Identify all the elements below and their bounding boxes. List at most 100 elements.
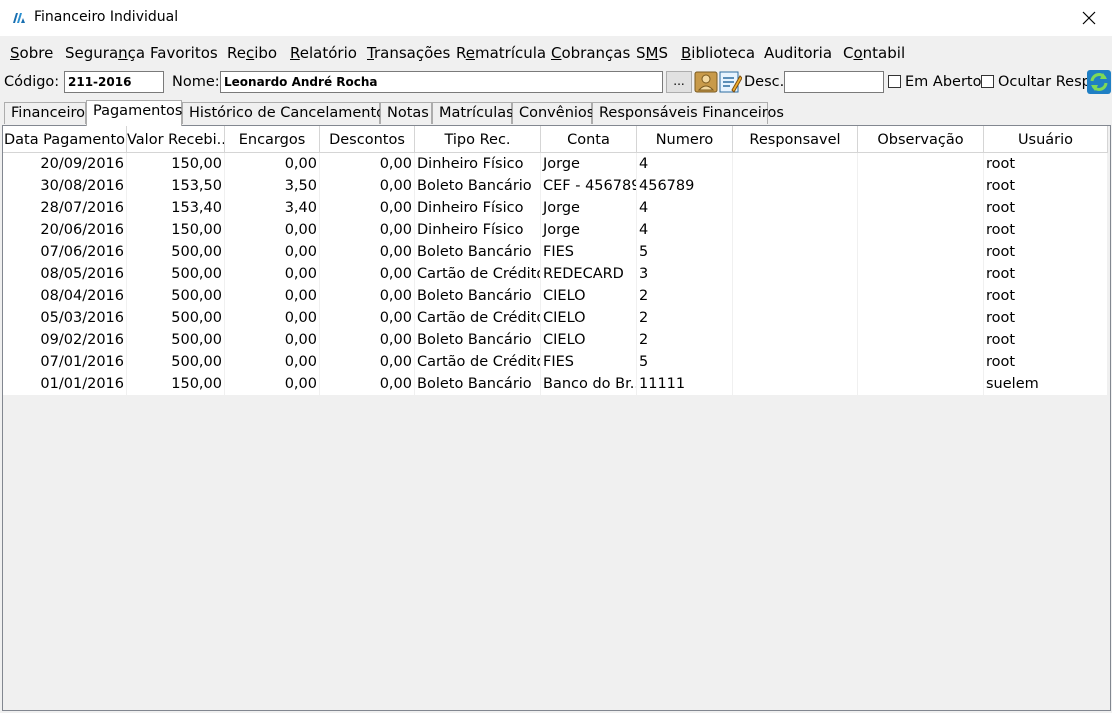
nome-field[interactable]: Leonardo André Rocha — [220, 71, 663, 93]
cell-numero: 2 — [637, 285, 733, 307]
column-header-encargos[interactable]: Encargos — [225, 126, 320, 152]
cell-tipo-rec: Dinheiro Físico — [415, 153, 541, 175]
edit-note-icon[interactable] — [718, 70, 742, 94]
cell-numero: 5 — [637, 351, 733, 373]
cell-numero: 4 — [637, 153, 733, 175]
menu-rematricula[interactable]: Rematrícula — [456, 44, 546, 62]
cell-conta: CIELO — [541, 329, 637, 351]
refresh-icon[interactable] — [1087, 70, 1111, 94]
em-aberto-checkbox[interactable] — [888, 75, 901, 88]
cell-descontos: 0,00 — [320, 197, 415, 219]
cell-valor-recebido: 500,00 — [127, 241, 225, 263]
codigo-field[interactable]: 211-2016 — [64, 71, 164, 93]
table-row[interactable]: 05/03/2016 500,00 0,00 0,00 Cartão de Crédit… — [3, 307, 1108, 329]
cell-observacao — [858, 175, 984, 197]
payments-table[interactable]: Data Pagamento Valor Recebi... Encargos Des… — [2, 125, 1111, 711]
cell-observacao — [858, 285, 984, 307]
cell-responsavel — [733, 241, 858, 263]
menu-cobrancas[interactable]: Cobranças — [551, 44, 630, 62]
cell-usuario: root — [984, 175, 1108, 197]
table-row[interactable]: 07/01/2016 500,00 0,00 0,00 Cartão de Crédit… — [3, 351, 1108, 373]
cell-tipo-rec: Dinheiro Físico — [415, 197, 541, 219]
cell-numero: 5 — [637, 241, 733, 263]
column-header-valor-recebido[interactable]: Valor Recebi... — [127, 126, 225, 152]
cell-tipo-rec: Cartão de Crédito — [415, 307, 541, 329]
desc-label: Desc.: — [744, 74, 790, 90]
cell-observacao — [858, 241, 984, 263]
table-row[interactable]: 09/02/2016 500,00 0,00 0,00 Boleto Bancário C… — [3, 329, 1108, 351]
cell-descontos: 0,00 — [320, 241, 415, 263]
cell-tipo-rec: Boleto Bancário — [415, 241, 541, 263]
ocultar-resp-checkbox[interactable] — [981, 75, 994, 88]
tab-convenios[interactable]: Convênios — [512, 102, 594, 124]
cell-conta: FIES — [541, 241, 637, 263]
menu-relatorio[interactable]: Relatório — [290, 44, 357, 62]
cell-descontos: 0,00 — [320, 219, 415, 241]
cell-valor-recebido: 500,00 — [127, 351, 225, 373]
cell-encargos: 3,40 — [225, 197, 320, 219]
tab-pagamentos[interactable]: Pagamentos — [86, 100, 182, 126]
cell-tipo-rec: Cartão de Crédito — [415, 263, 541, 285]
menu-auditoria[interactable]: Auditoria — [764, 44, 832, 62]
menu-contabil[interactable]: Contabil — [843, 44, 905, 62]
cell-usuario: root — [984, 219, 1108, 241]
tab-financeiro[interactable]: Financeiro — [4, 102, 86, 124]
cell-conta: Jorge — [541, 153, 637, 175]
cell-responsavel — [733, 263, 858, 285]
column-header-conta[interactable]: Conta — [541, 126, 637, 152]
cell-observacao — [858, 263, 984, 285]
app-logo-icon — [13, 13, 25, 23]
cell-numero: 2 — [637, 307, 733, 329]
search-name-button[interactable]: ... — [666, 71, 692, 93]
cell-observacao — [858, 197, 984, 219]
cell-valor-recebido: 153,50 — [127, 175, 225, 197]
table-row[interactable]: 30/08/2016 153,50 3,50 0,00 Boleto Bancário C… — [3, 175, 1108, 197]
cell-responsavel — [733, 351, 858, 373]
column-header-data-pagamento[interactable]: Data Pagamento — [3, 126, 127, 152]
column-header-usuario[interactable]: Usuário — [984, 126, 1108, 152]
table-row[interactable]: 07/06/2016 500,00 0,00 0,00 Boleto Bancário F… — [3, 241, 1108, 263]
menu-favoritos[interactable]: Favoritos — [150, 44, 218, 62]
desc-field[interactable] — [784, 71, 884, 93]
cell-conta: FIES — [541, 351, 637, 373]
cell-responsavel — [733, 285, 858, 307]
table-row[interactable]: 01/01/2016 150,00 0,00 0,00 Boleto Bancário B… — [3, 373, 1108, 395]
cell-data-pagamento: 01/01/2016 — [3, 373, 127, 395]
tab-responsaveis-financeiros[interactable]: Responsáveis Financeiros — [592, 102, 784, 124]
tab-matriculas[interactable]: Matrículas — [432, 102, 514, 124]
cell-data-pagamento: 08/05/2016 — [3, 263, 127, 285]
cell-descontos: 0,00 — [320, 307, 415, 329]
cell-data-pagamento: 05/03/2016 — [3, 307, 127, 329]
person-card-icon[interactable] — [694, 70, 718, 94]
cell-encargos: 0,00 — [225, 329, 320, 351]
cell-usuario: root — [984, 329, 1108, 351]
column-header-descontos[interactable]: Descontos — [320, 126, 415, 152]
menu-transacoes[interactable]: Transações — [367, 44, 450, 62]
table-row[interactable]: 08/04/2016 500,00 0,00 0,00 Boleto Bancário C… — [3, 285, 1108, 307]
table-row[interactable]: 28/07/2016 153,40 3,40 0,00 Dinheiro Físico J… — [3, 197, 1108, 219]
cell-conta: CIELO — [541, 307, 637, 329]
tab-historico-cancelamentos[interactable]: Histórico de Cancelamentos — [182, 102, 393, 124]
column-header-tipo-rec[interactable]: Tipo Rec. — [415, 126, 541, 152]
column-header-responsavel[interactable]: Responsavel — [733, 126, 858, 152]
tab-notas[interactable]: Notas — [380, 102, 432, 124]
cell-data-pagamento: 20/09/2016 — [3, 153, 127, 175]
table-row[interactable]: 20/09/2016 150,00 0,00 0,00 Dinheiro Físico J… — [3, 153, 1108, 175]
menu-biblioteca[interactable]: Biblioteca — [681, 44, 755, 62]
cell-data-pagamento: 28/07/2016 — [3, 197, 127, 219]
menu-recibo[interactable]: Recibo — [227, 44, 277, 62]
menu-sobre[interactable]: Sobre — [10, 44, 53, 62]
table-row[interactable]: 08/05/2016 500,00 0,00 0,00 Cartão de Crédit… — [3, 263, 1108, 285]
column-header-numero[interactable]: Numero — [637, 126, 733, 152]
column-header-observacao[interactable]: Observação — [858, 126, 984, 152]
cell-usuario: root — [984, 263, 1108, 285]
cell-numero: 4 — [637, 197, 733, 219]
close-icon[interactable] — [1074, 3, 1104, 33]
table-row[interactable]: 20/06/2016 150,00 0,00 0,00 Dinheiro Físico J… — [3, 219, 1108, 241]
cell-observacao — [858, 329, 984, 351]
cell-conta: REDECARD — [541, 263, 637, 285]
menu-sms[interactable]: SMS — [636, 44, 668, 62]
cell-data-pagamento: 07/06/2016 — [3, 241, 127, 263]
cell-numero: 3 — [637, 263, 733, 285]
menu-seguranca[interactable]: Segurança — [65, 44, 145, 62]
